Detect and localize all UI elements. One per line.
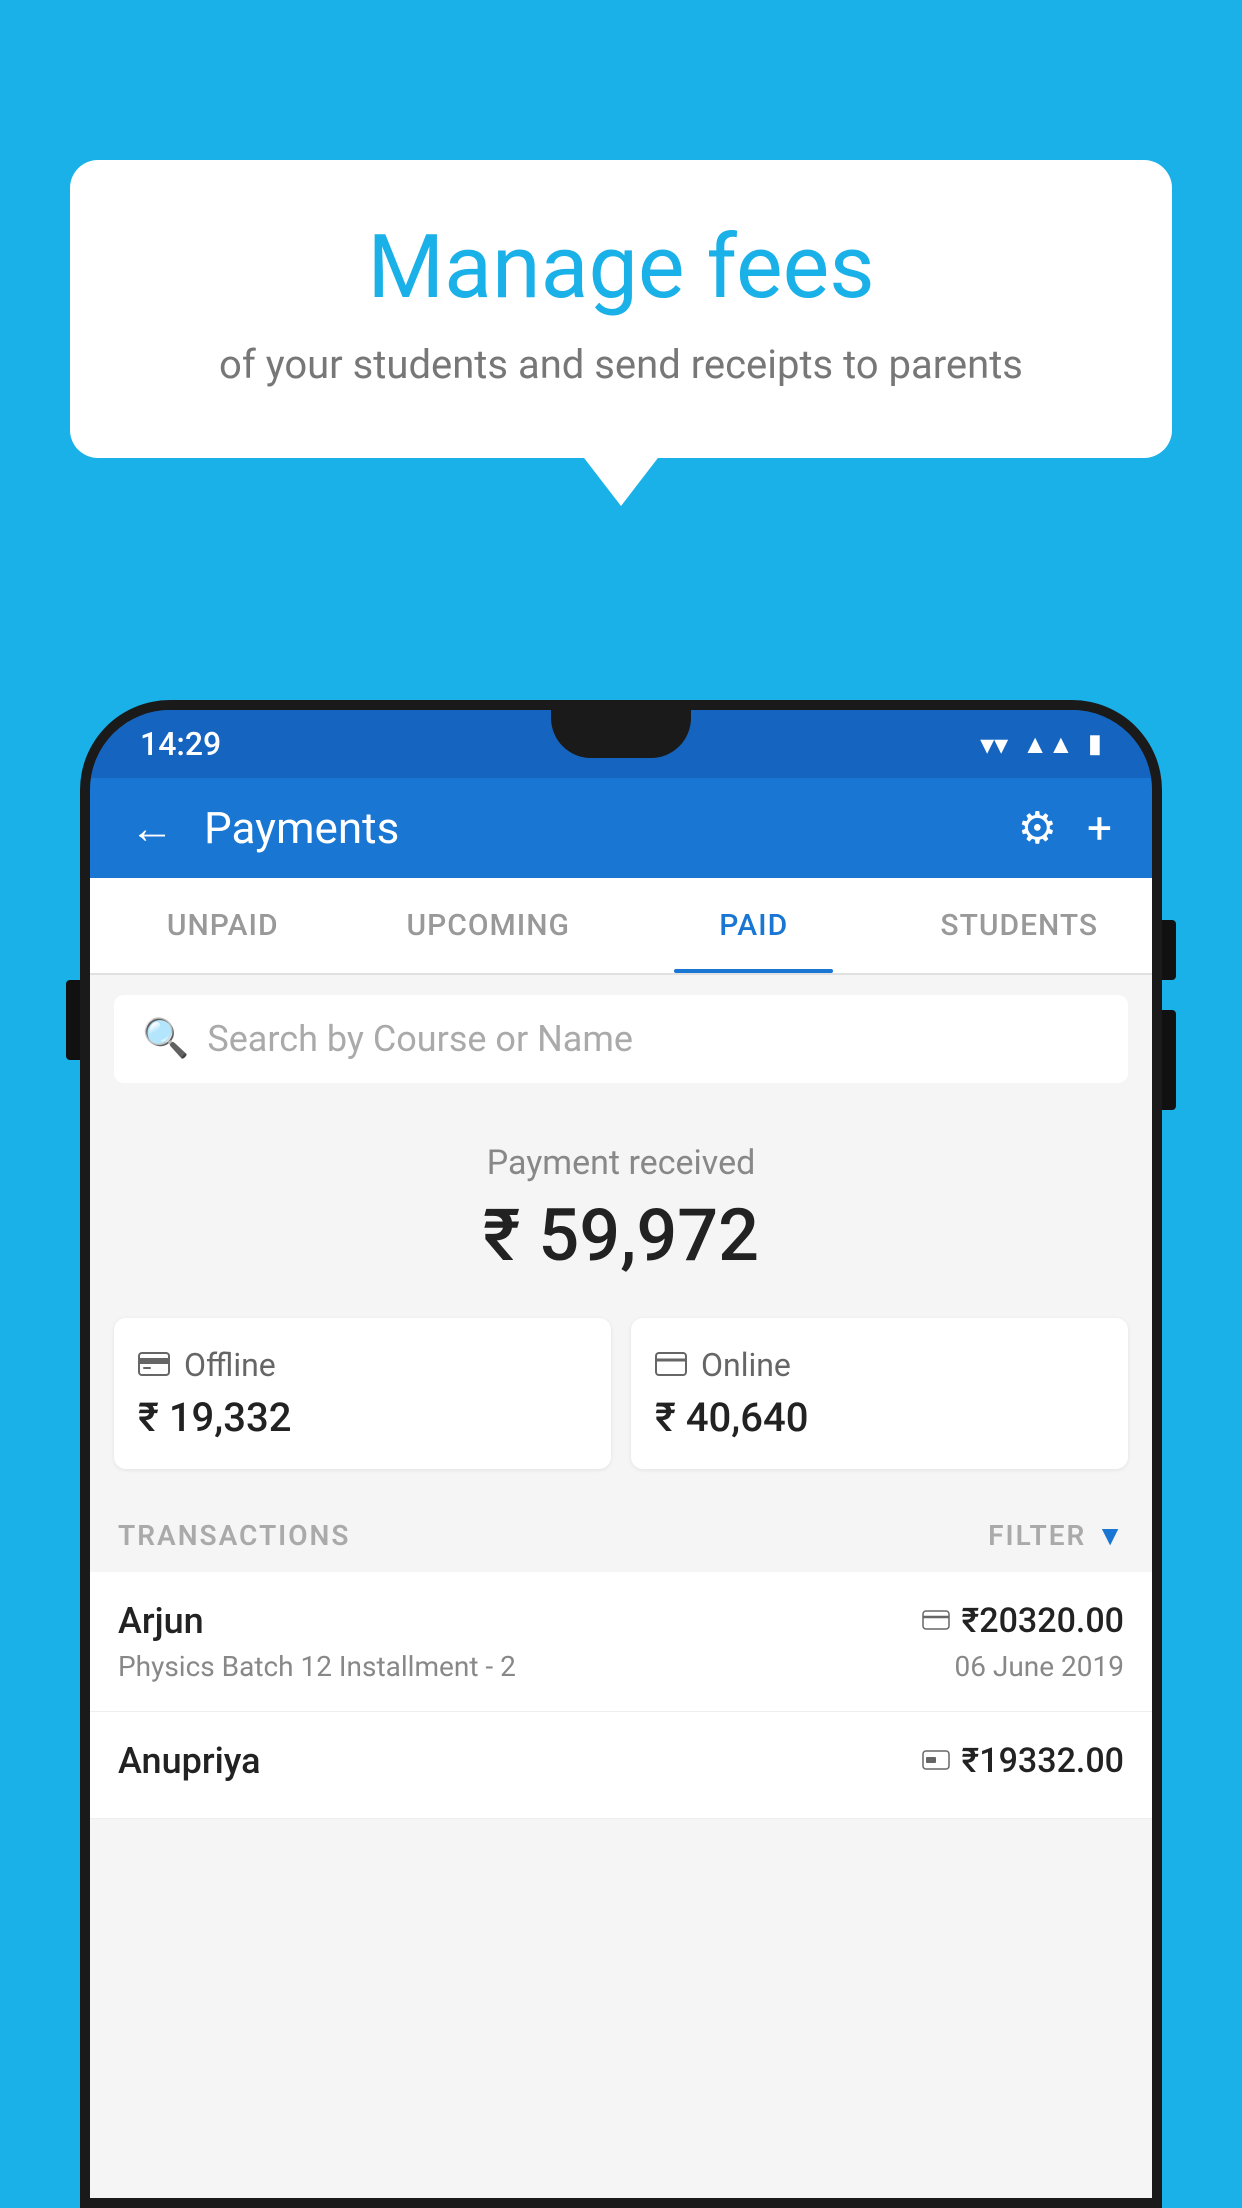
status-bar: 14:29 ▾▾ ▲▲ ▮	[90, 710, 1152, 778]
filter-icon: ▼	[1096, 1519, 1124, 1552]
speech-bubble: Manage fees of your students and send re…	[70, 160, 1172, 458]
settings-icon[interactable]: ⚙	[1018, 802, 1057, 854]
transaction-amount-anupriya: ₹19332.00	[922, 1741, 1124, 1781]
offline-icon	[138, 1346, 170, 1384]
transaction-date-arjun: 06 June 2019	[954, 1650, 1124, 1683]
tab-bar: UNPAID UPCOMING PAID STUDENTS	[90, 878, 1152, 975]
transaction-bottom-arjun: Physics Batch 12 Installment - 2 06 June…	[118, 1650, 1124, 1683]
search-input[interactable]: Search by Course or Name	[207, 1018, 633, 1060]
transaction-row-anupriya[interactable]: Anupriya ₹19332.00	[90, 1712, 1152, 1819]
offline-card-header: Offline	[138, 1346, 587, 1384]
add-icon[interactable]: +	[1087, 802, 1112, 854]
online-card-header: Online	[655, 1346, 1104, 1384]
filter-container[interactable]: FILTER ▼	[988, 1519, 1124, 1552]
battery-icon: ▮	[1088, 729, 1102, 759]
search-bar[interactable]: 🔍 Search by Course or Name	[114, 995, 1128, 1083]
app-bar: ← Payments ⚙ +	[90, 778, 1152, 878]
power-button-bottom	[1162, 1010, 1176, 1110]
online-amount: ₹ 40,640	[655, 1394, 1104, 1441]
tab-upcoming[interactable]: UPCOMING	[356, 878, 622, 973]
payment-received-amount: ₹ 59,972	[110, 1193, 1132, 1278]
status-time: 14:29	[140, 725, 221, 763]
tab-unpaid[interactable]: UNPAID	[90, 878, 356, 973]
transaction-name-anupriya: Anupriya	[118, 1740, 261, 1782]
transaction-row-arjun[interactable]: Arjun ₹20320.00 Physics	[90, 1572, 1152, 1712]
transaction-name-arjun: Arjun	[118, 1600, 204, 1642]
online-card: Online ₹ 40,640	[631, 1318, 1128, 1469]
offline-label: Offline	[184, 1346, 276, 1384]
app-bar-icons: ⚙ +	[1018, 802, 1112, 854]
transaction-amount-value-anupriya: ₹19332.00	[962, 1741, 1124, 1781]
filter-label: FILTER	[988, 1519, 1086, 1552]
tab-paid[interactable]: PAID	[621, 878, 887, 973]
transactions-header: TRANSACTIONS FILTER ▼	[90, 1499, 1152, 1572]
phone-device: 14:29 ▾▾ ▲▲ ▮ ← Payments ⚙ +	[80, 700, 1162, 2208]
volume-button	[66, 980, 80, 1060]
transaction-top-arjun: Arjun ₹20320.00	[118, 1600, 1124, 1642]
payment-cards-row: Offline ₹ 19,332 Online	[90, 1308, 1152, 1499]
transaction-amount-value-arjun: ₹20320.00	[962, 1601, 1124, 1641]
transaction-course-arjun: Physics Batch 12 Installment - 2	[118, 1650, 516, 1683]
transactions-label: TRANSACTIONS	[118, 1519, 350, 1552]
signal-icon: ▲▲	[1022, 729, 1073, 760]
wifi-icon: ▾▾	[980, 728, 1008, 761]
phone-inner: 14:29 ▾▾ ▲▲ ▮ ← Payments ⚙ +	[90, 710, 1152, 2198]
bubble-subtitle: of your students and send receipts to pa…	[120, 341, 1122, 388]
search-icon: 🔍	[142, 1017, 189, 1061]
online-label: Online	[701, 1346, 791, 1384]
transaction-amount-arjun: ₹20320.00	[922, 1601, 1124, 1641]
offline-amount: ₹ 19,332	[138, 1394, 587, 1441]
status-icons: ▾▾ ▲▲ ▮	[980, 728, 1102, 761]
payment-received-label: Payment received	[110, 1143, 1132, 1183]
payment-type-icon-anupriya	[922, 1745, 950, 1778]
offline-card: Offline ₹ 19,332	[114, 1318, 611, 1469]
content-area: 🔍 Search by Course or Name Payment recei…	[90, 975, 1152, 2198]
back-button[interactable]: ←	[130, 802, 174, 854]
phone-screen: 14:29 ▾▾ ▲▲ ▮ ← Payments ⚙ +	[90, 710, 1152, 2198]
transaction-top-anupriya: Anupriya ₹19332.00	[118, 1740, 1124, 1782]
page-title: Payments	[204, 802, 988, 854]
tab-students[interactable]: STUDENTS	[887, 878, 1153, 973]
payment-type-icon-arjun	[922, 1605, 950, 1638]
bubble-title: Manage fees	[120, 220, 1122, 317]
payment-received-section: Payment received ₹ 59,972	[90, 1103, 1152, 1308]
online-icon	[655, 1346, 687, 1384]
power-button-top	[1162, 920, 1176, 980]
notch	[551, 710, 691, 758]
